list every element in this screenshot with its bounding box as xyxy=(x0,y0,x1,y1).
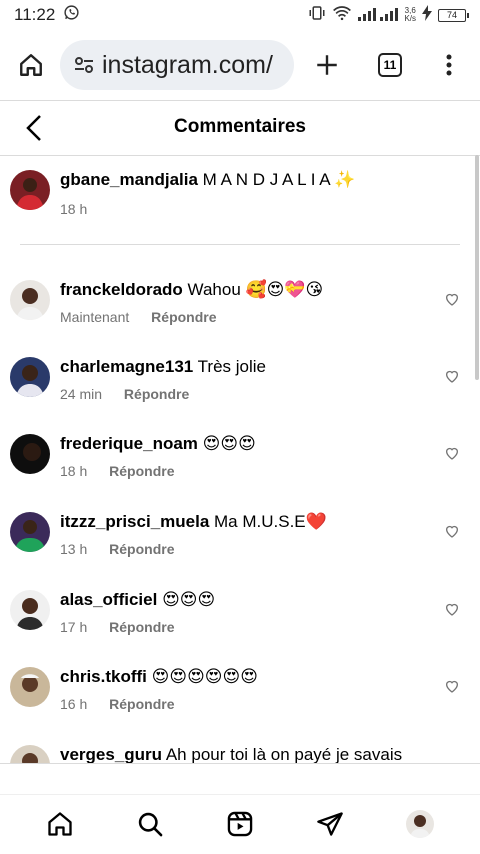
site-settings-icon xyxy=(75,57,93,73)
battery-indicator: 74 xyxy=(438,8,469,22)
comment-item: itzzz_prisci_muela Ma M.U.S.E❤️ 13 h Rép… xyxy=(10,512,470,572)
comment-body: Très jolie xyxy=(197,357,267,376)
comment-item: verges_guru Ah pour toi là on payé je sa… xyxy=(10,745,470,763)
like-button[interactable] xyxy=(444,291,460,307)
username[interactable]: frederique_noam xyxy=(60,434,198,453)
nav-reels[interactable] xyxy=(225,809,255,839)
comment-item: charlemagne131 Très jolie 24 min Répondr… xyxy=(10,357,470,417)
caption-body: M A N D J A L I A ✨ xyxy=(202,170,356,189)
heart-icon xyxy=(446,680,458,693)
comment-body: Ah pour toi là on payé je savais xyxy=(165,745,403,763)
tab-count: 11 xyxy=(378,53,402,77)
comments-header: Commentaires xyxy=(0,101,480,155)
bottom-nav xyxy=(0,794,480,854)
avatar[interactable] xyxy=(10,745,50,763)
profile-avatar xyxy=(406,810,434,838)
nav-direct[interactable] xyxy=(315,809,345,839)
browser-menu-button[interactable] xyxy=(434,50,464,80)
nav-profile[interactable] xyxy=(405,809,435,839)
caption-time: 18 h xyxy=(60,201,88,217)
avatar[interactable] xyxy=(10,357,50,397)
comment-time: 13 h xyxy=(60,541,88,557)
comment-time: 18 h xyxy=(60,463,88,479)
username[interactable]: chris.tkoffi xyxy=(60,667,147,686)
like-button[interactable] xyxy=(444,523,460,539)
comment-body: 😍😍😍 xyxy=(202,434,256,453)
page-title: Commentaires xyxy=(174,116,306,137)
home-icon xyxy=(48,812,72,836)
avatar[interactable] xyxy=(10,170,50,210)
heart-icon xyxy=(446,603,458,616)
reels-icon xyxy=(227,811,253,837)
url-bar[interactable]: instagram.com/ xyxy=(60,40,294,90)
comment-body: 😍😍😍😍😍😍 xyxy=(151,667,258,686)
avatar[interactable] xyxy=(10,434,50,474)
scrollbar-thumb[interactable] xyxy=(475,155,479,380)
network-speed: 3,6 K/s xyxy=(404,6,416,23)
browser-home-button[interactable] xyxy=(16,50,46,80)
status-time: 11:22 xyxy=(14,5,56,24)
like-button[interactable] xyxy=(444,445,460,461)
divider xyxy=(0,155,480,156)
reply-button[interactable]: Répondre xyxy=(109,541,174,557)
comment-body: Ma M.U.S.E❤️ xyxy=(214,512,327,531)
username[interactable]: gbane_mandjalia xyxy=(60,170,198,189)
nav-home[interactable] xyxy=(45,809,75,839)
browser-toolbar: instagram.com/ 11 xyxy=(0,30,480,100)
heart-icon xyxy=(446,525,458,538)
plus-icon xyxy=(317,55,337,75)
signal-icon xyxy=(358,5,399,26)
avatar[interactable] xyxy=(10,512,50,552)
comment-body: Wahou 🥰😍💝😘 xyxy=(187,280,324,299)
comment-body: 😍😍😍 xyxy=(162,590,216,609)
like-button[interactable] xyxy=(444,678,460,694)
search-icon xyxy=(138,812,163,837)
comment-item: franckeldorado Wahou 🥰😍💝😘 Maintenant Rép… xyxy=(10,280,470,340)
whatsapp-icon xyxy=(63,4,80,26)
username[interactable]: charlemagne131 xyxy=(60,357,193,376)
username[interactable]: verges_guru xyxy=(60,745,162,763)
status-bar: 11:22 3,6 K/s 74 xyxy=(0,0,480,30)
comment-time: 17 h xyxy=(60,619,88,635)
tab-switcher-button[interactable]: 11 xyxy=(375,50,405,80)
comment-item: chris.tkoffi 😍😍😍😍😍😍 16 h Répondre xyxy=(10,667,470,727)
reply-button[interactable]: Répondre xyxy=(124,386,189,402)
vibrate-icon xyxy=(308,5,326,26)
username[interactable]: franckeldorado xyxy=(60,280,183,299)
divider xyxy=(20,244,460,245)
heart-icon xyxy=(446,370,458,383)
heart-icon xyxy=(446,293,458,306)
comment-time: Maintenant xyxy=(60,309,130,325)
reply-button[interactable]: Répondre xyxy=(151,309,216,325)
nav-search[interactable] xyxy=(135,809,165,839)
like-button[interactable] xyxy=(444,601,460,617)
wifi-icon xyxy=(332,5,352,26)
comment-time: 16 h xyxy=(60,696,88,712)
avatar[interactable] xyxy=(10,667,50,707)
charging-icon xyxy=(422,4,432,26)
reply-button[interactable]: Répondre xyxy=(109,463,174,479)
send-icon xyxy=(317,812,343,836)
username[interactable]: alas_officiel xyxy=(60,590,157,609)
url-text: instagram.com/ xyxy=(102,50,273,79)
avatar[interactable] xyxy=(10,280,50,320)
caption-text: gbane_mandjalia M A N D J A L I A ✨ xyxy=(60,170,356,190)
comment-item: frederique_noam 😍😍😍 18 h Répondre xyxy=(10,434,470,494)
username[interactable]: itzzz_prisci_muela xyxy=(60,512,209,531)
avatar[interactable] xyxy=(10,590,50,630)
more-vertical-icon xyxy=(446,54,452,76)
comment-input-area[interactable] xyxy=(0,763,480,793)
home-icon xyxy=(20,54,42,76)
heart-icon xyxy=(446,447,458,460)
new-tab-button[interactable] xyxy=(312,50,342,80)
reply-button[interactable]: Répondre xyxy=(109,619,174,635)
comment-item: alas_officiel 😍😍😍 17 h Répondre xyxy=(10,590,470,650)
comment-time: 24 min xyxy=(60,386,103,402)
reply-button[interactable]: Répondre xyxy=(109,696,174,712)
like-button[interactable] xyxy=(444,368,460,384)
